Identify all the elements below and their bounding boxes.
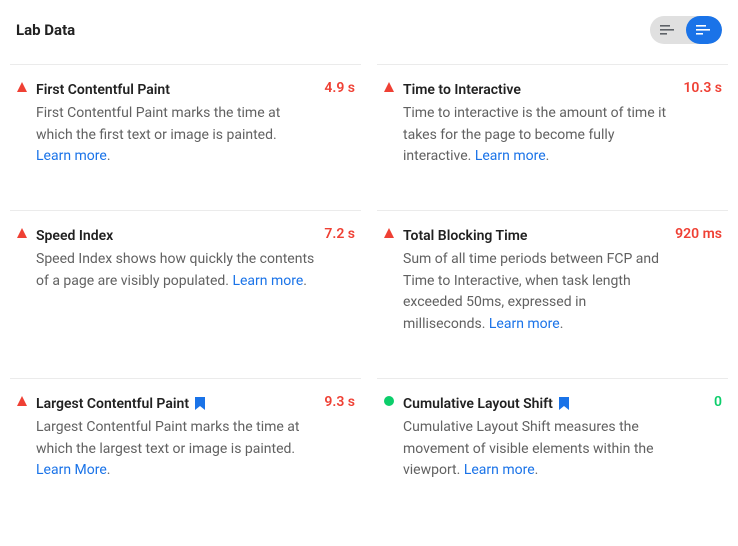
metric-card: Cumulative Layout ShiftCumulative Layout… <box>377 378 728 524</box>
view-expanded-button[interactable] <box>686 16 722 44</box>
learn-more-link[interactable]: Learn more <box>489 316 560 332</box>
metric-body: Total Blocking TimeSum of all time perio… <box>403 225 675 336</box>
learn-more-link[interactable]: Learn more <box>475 148 546 164</box>
metric-name-text: Total Blocking Time <box>403 226 527 247</box>
compact-lines-icon <box>660 24 676 36</box>
metric-name: Time to Interactive <box>403 80 521 101</box>
metric-body: Speed IndexSpeed Index shows how quickly… <box>36 225 324 292</box>
status-indicator <box>383 81 403 93</box>
bookmark-icon <box>194 397 206 411</box>
triangle-red-icon <box>383 227 395 239</box>
learn-more-link[interactable]: Learn more <box>232 273 303 289</box>
metric-body: Cumulative Layout ShiftCumulative Layout… <box>403 393 714 482</box>
triangle-red-icon <box>16 227 28 239</box>
status-indicator <box>16 81 36 93</box>
metric-body: Time to InteractiveTime to interactive i… <box>403 79 683 168</box>
view-toggle-group <box>650 16 722 44</box>
learn-more-link[interactable]: Learn more <box>464 462 535 478</box>
triangle-red-icon <box>383 81 395 93</box>
metric-name-text: First Contentful Paint <box>36 80 170 101</box>
metric-card: Time to InteractiveTime to interactive i… <box>377 64 728 210</box>
metric-card: Speed IndexSpeed Index shows how quickly… <box>10 210 361 378</box>
status-indicator <box>16 227 36 239</box>
metric-name-text: Speed Index <box>36 226 113 247</box>
metric-name-text: Largest Contentful Paint <box>36 394 189 415</box>
metric-description: Sum of all time periods between FCP and … <box>403 249 665 336</box>
triangle-red-icon <box>16 395 28 407</box>
metric-name-text: Cumulative Layout Shift <box>403 394 553 415</box>
metric-description: Cumulative Layout Shift measures the mov… <box>403 417 704 482</box>
metric-body: Largest Contentful PaintLargest Contentf… <box>36 393 324 482</box>
circle-green-icon <box>383 395 395 407</box>
metric-name-text: Time to Interactive <box>403 80 521 101</box>
status-indicator <box>383 227 403 239</box>
metric-card: Largest Contentful PaintLargest Contentf… <box>10 378 361 524</box>
metrics-grid: First Contentful PaintFirst Contentful P… <box>10 64 728 524</box>
metric-value: 920 ms <box>675 226 722 242</box>
metric-value: 7.2 s <box>324 226 355 242</box>
learn-more-link[interactable]: Learn more <box>36 148 107 164</box>
metric-description: Speed Index shows how quickly the conten… <box>36 249 314 292</box>
status-indicator <box>16 395 36 407</box>
metric-value: 9.3 s <box>324 394 355 410</box>
metric-value: 0 <box>714 394 722 410</box>
learn-more-link[interactable]: Learn More <box>36 462 107 478</box>
section-title: Lab Data <box>16 21 75 39</box>
view-compact-button[interactable] <box>650 16 686 44</box>
metric-description: First Contentful Paint marks the time at… <box>36 103 314 168</box>
lab-data-header: Lab Data <box>10 16 728 44</box>
metric-card: First Contentful PaintFirst Contentful P… <box>10 64 361 210</box>
metric-description: Time to interactive is the amount of tim… <box>403 103 673 168</box>
status-indicator <box>383 395 403 407</box>
metric-name: Speed Index <box>36 226 113 247</box>
expanded-lines-icon <box>696 24 712 36</box>
metric-card: Total Blocking TimeSum of all time perio… <box>377 210 728 378</box>
metric-value: 10.3 s <box>683 80 722 96</box>
metric-name: Total Blocking Time <box>403 226 527 247</box>
bookmark-icon <box>558 397 570 411</box>
metric-name: Cumulative Layout Shift <box>403 394 570 415</box>
metric-body: First Contentful PaintFirst Contentful P… <box>36 79 324 168</box>
metric-value: 4.9 s <box>324 80 355 96</box>
triangle-red-icon <box>16 81 28 93</box>
metric-description: Largest Contentful Paint marks the time … <box>36 417 314 482</box>
metric-name: First Contentful Paint <box>36 80 170 101</box>
metric-name: Largest Contentful Paint <box>36 394 206 415</box>
